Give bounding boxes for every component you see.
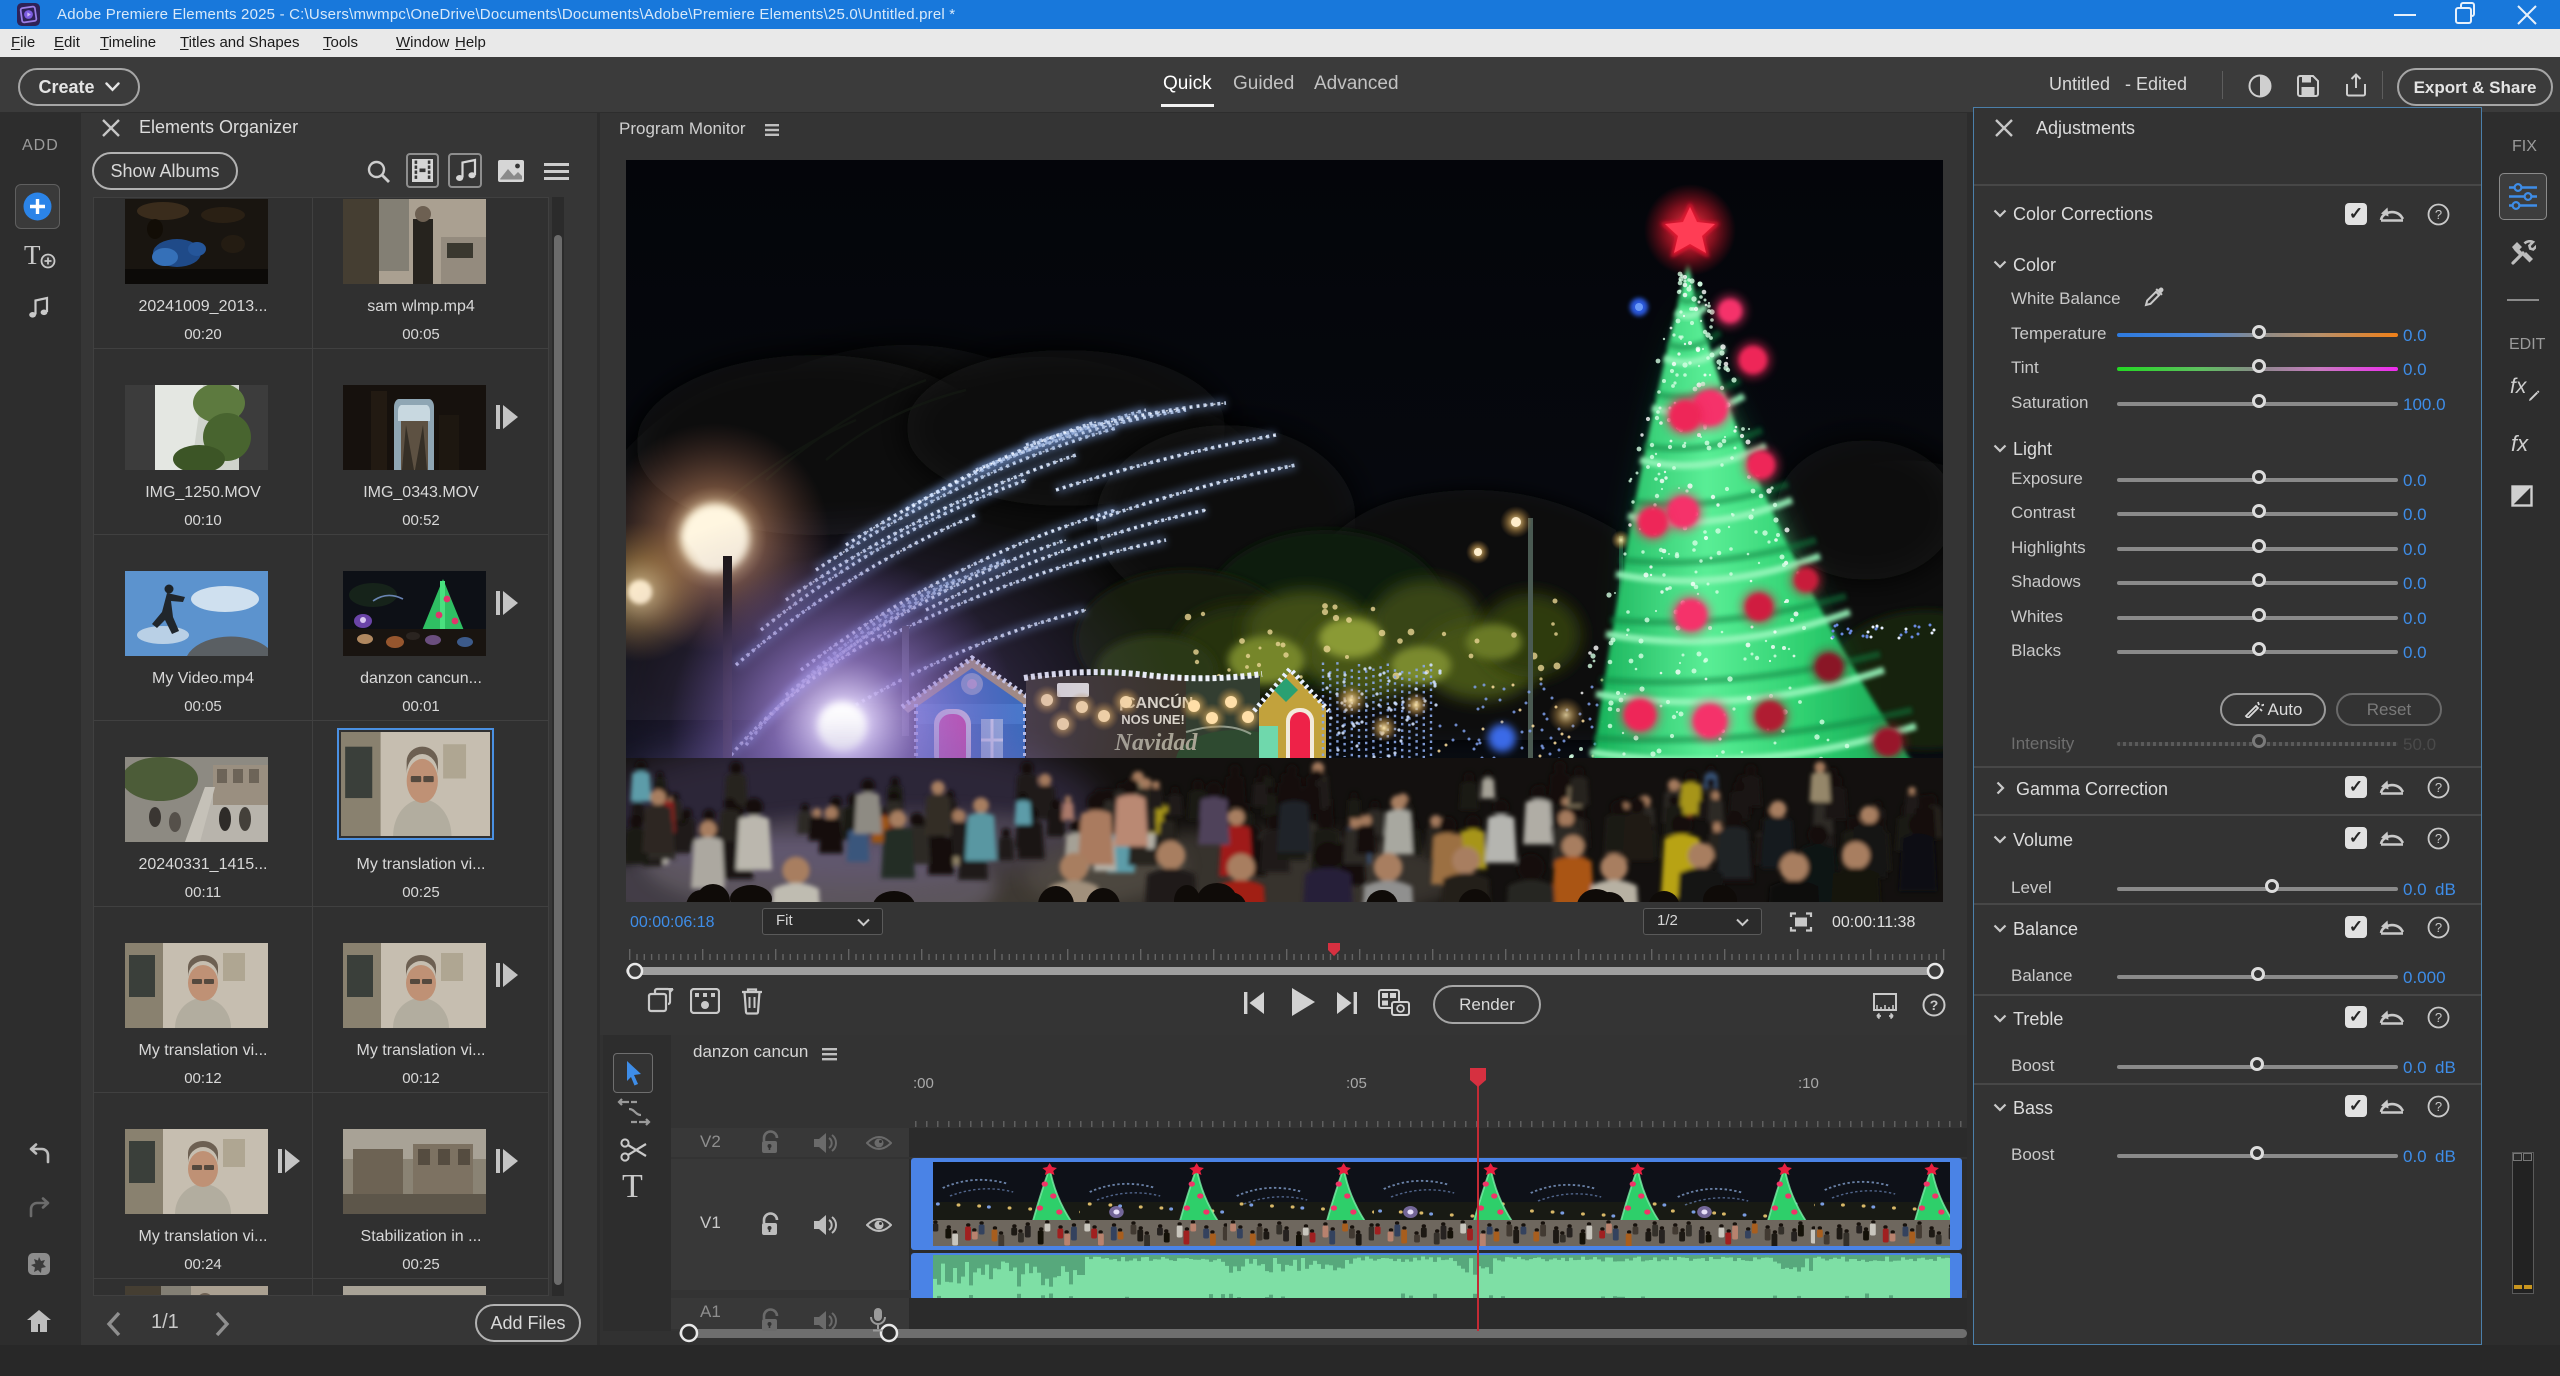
svg-text:?: ? (2435, 920, 2442, 935)
svg-text:?: ? (2435, 780, 2442, 795)
svg-text:?: ? (2435, 207, 2442, 222)
svg-text:?: ? (2435, 1010, 2442, 1025)
svg-text:?: ? (1930, 997, 1939, 1013)
svg-text:?: ? (2435, 1099, 2442, 1114)
svg-text:T: T (24, 240, 41, 270)
svg-text:?: ? (2435, 831, 2442, 846)
